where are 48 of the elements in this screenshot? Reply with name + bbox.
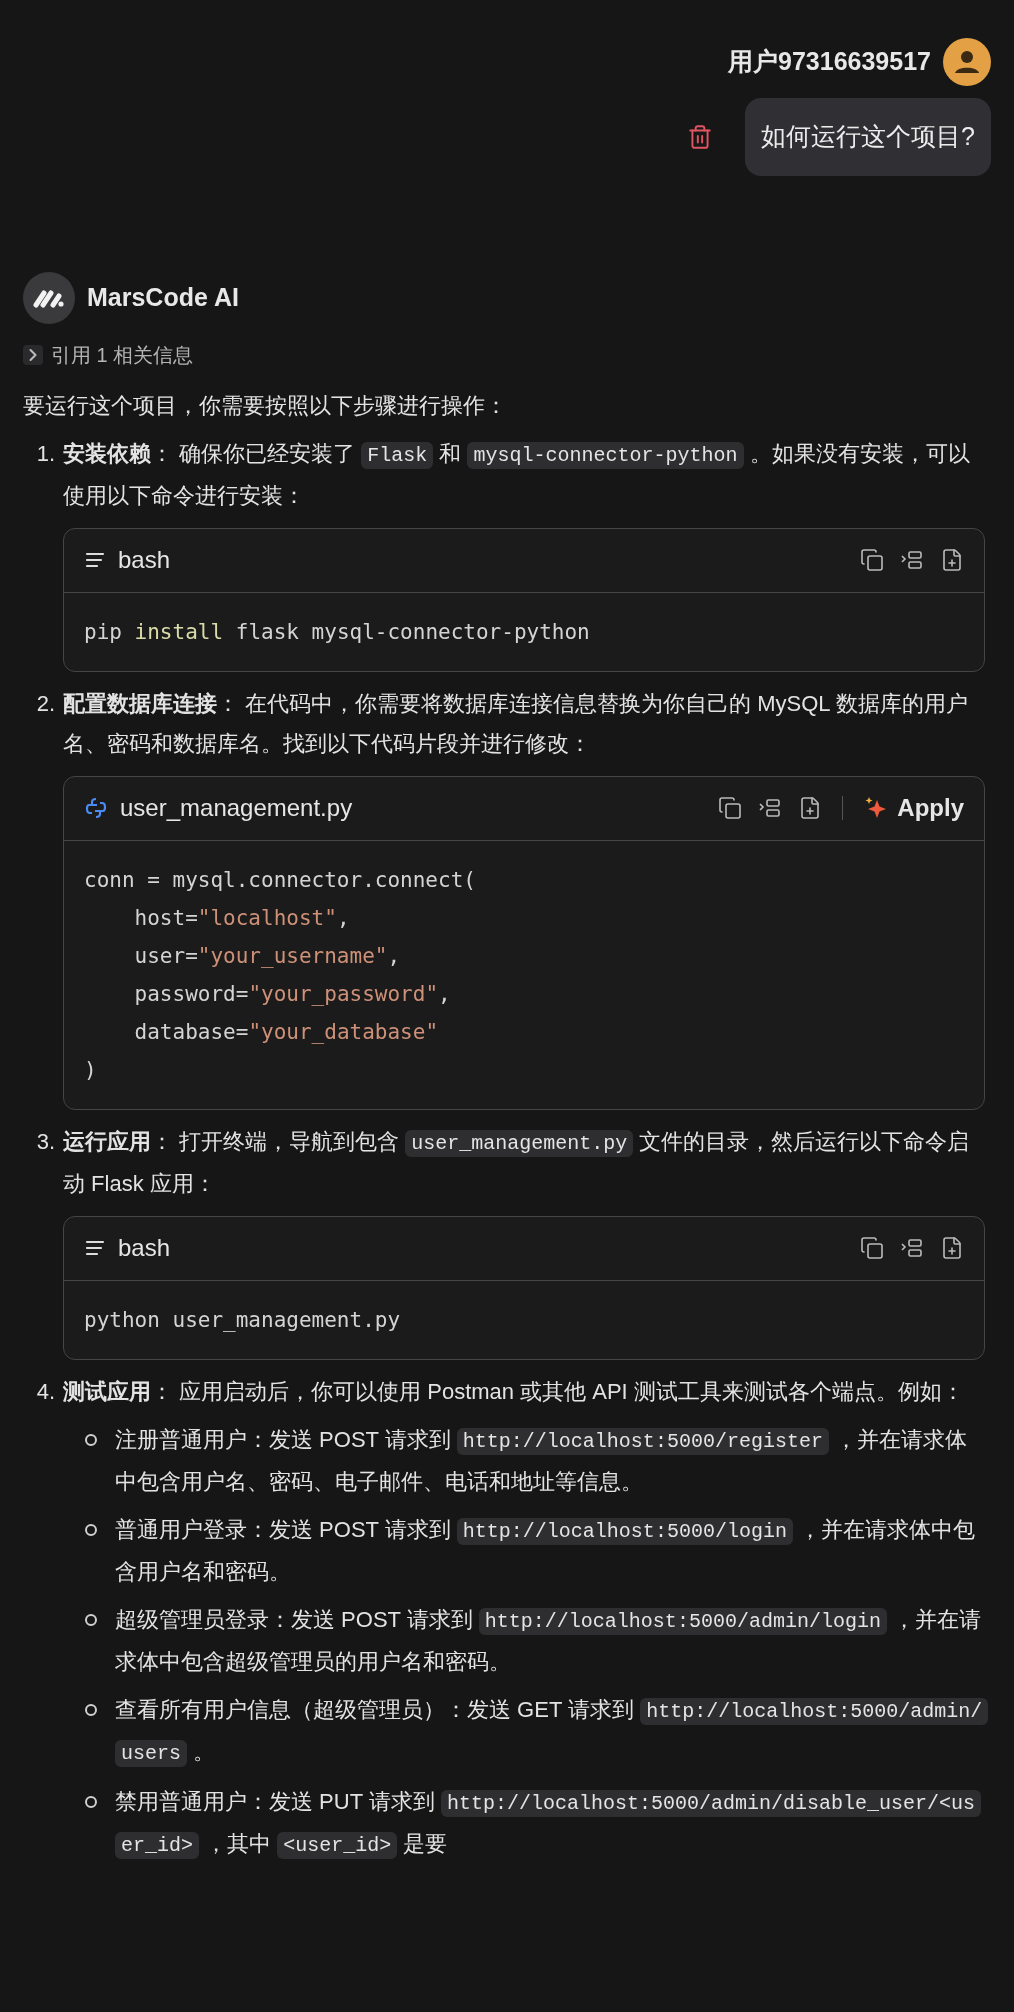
code-line: database="your_database" bbox=[133, 1018, 439, 1046]
step-number: 3. bbox=[35, 1127, 56, 1156]
code-language: bash bbox=[118, 545, 171, 575]
user-name: 用户97316639517 bbox=[728, 46, 931, 78]
insert-icon[interactable] bbox=[900, 548, 924, 572]
bullet-text: 普通用户登录：发送 POST 请求到 http://localhost:5000/login ，并在请求体中包含用户名和密码。 bbox=[115, 1515, 977, 1586]
step-text: 运行应用： 打开终端，导航到包含 user_management.py 文件的目录，然后运行以下命令启动 Flask 应用： bbox=[63, 1127, 971, 1198]
insert-icon[interactable] bbox=[758, 796, 783, 820]
step-text: 测试应用： 应用启动后，你可以使用 Postman 或其他 API 测试工具来测试各个端点。例如： bbox=[63, 1377, 965, 1406]
bullet-text: 注册普通用户：发送 POST 请求到 http://localhost:5000/register ，并在请求体中包含用户名、密码、电子邮件、电话和地址等信息。 bbox=[115, 1425, 969, 1496]
step-number: 2. bbox=[35, 689, 56, 718]
delete-icon[interactable] bbox=[687, 123, 714, 150]
step-number: 4. bbox=[35, 1377, 56, 1406]
bot-avatar-icon bbox=[23, 271, 75, 324]
copy-icon[interactable] bbox=[718, 796, 743, 820]
code-line: password="your_password", bbox=[133, 980, 451, 1008]
code-line: conn = mysql.connector.connect( bbox=[84, 866, 476, 894]
bullet-icon bbox=[85, 1523, 97, 1536]
bullet-icon bbox=[85, 1795, 97, 1808]
step-text: 安装依赖： 确保你已经安装了 Flask 和 mysql-connector-python 。如果没有安装，可以使用以下命令进行安装： bbox=[63, 439, 971, 510]
message-bubble: 如何运行这个项目? bbox=[745, 98, 991, 176]
bullet-icon bbox=[85, 1613, 97, 1626]
bullet-icon bbox=[85, 1703, 97, 1716]
assistant-name: MarsCode AI bbox=[87, 281, 239, 313]
step-text: 配置数据库连接： 在代码中，你需要将数据库连接信息替换为你自己的 MySQL 数据库的用户名、密码和数据库名。找到以下代码片段并进行修改： bbox=[63, 689, 969, 758]
code-language: bash bbox=[118, 1233, 171, 1263]
bullet-icon bbox=[85, 1433, 97, 1446]
copy-icon[interactable] bbox=[860, 548, 884, 572]
step-number: 1. bbox=[35, 439, 56, 468]
expand-icon[interactable] bbox=[23, 344, 43, 365]
copy-icon[interactable] bbox=[860, 1236, 884, 1260]
bullet-text: 超级管理员登录：发送 POST 请求到 http://localhost:5000/admin/login ，并在请求体中包含超级管理员的用户名和密码。 bbox=[115, 1605, 983, 1676]
code-line: pip install flask mysql-connector-python bbox=[84, 618, 590, 646]
python-icon bbox=[84, 796, 108, 820]
code-line: ) bbox=[84, 1056, 97, 1084]
code-line: host="localhost", bbox=[133, 904, 350, 932]
insert-icon[interactable] bbox=[900, 1236, 924, 1260]
code-language: user_management.py bbox=[120, 793, 353, 823]
lines-icon bbox=[84, 550, 106, 570]
code-line: user="your_username", bbox=[133, 942, 401, 970]
lines-icon bbox=[84, 1238, 106, 1258]
avatar-icon bbox=[943, 38, 991, 86]
code-line: python user_management.py bbox=[84, 1306, 401, 1334]
reference-toggle[interactable]: 引用 1 相关信息 bbox=[51, 339, 194, 370]
new-file-icon[interactable] bbox=[940, 1236, 964, 1260]
apply-button[interactable]: Apply bbox=[863, 788, 964, 828]
new-file-icon[interactable] bbox=[940, 548, 964, 572]
intro-text: 要运行这个项目，你需要按照以下步骤进行操作： bbox=[23, 391, 508, 420]
